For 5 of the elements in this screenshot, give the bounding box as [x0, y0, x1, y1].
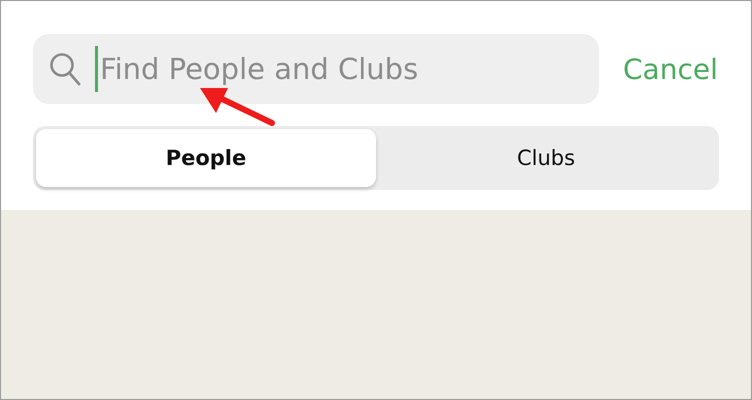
search-field[interactable]: Find People and Clubs: [98, 52, 580, 86]
segment-tab[interactable]: Clubs: [376, 129, 716, 187]
search-bar[interactable]: Find People and Clubs: [33, 34, 599, 104]
segment-tab[interactable]: People: [36, 129, 376, 187]
search-icon: [49, 52, 81, 86]
